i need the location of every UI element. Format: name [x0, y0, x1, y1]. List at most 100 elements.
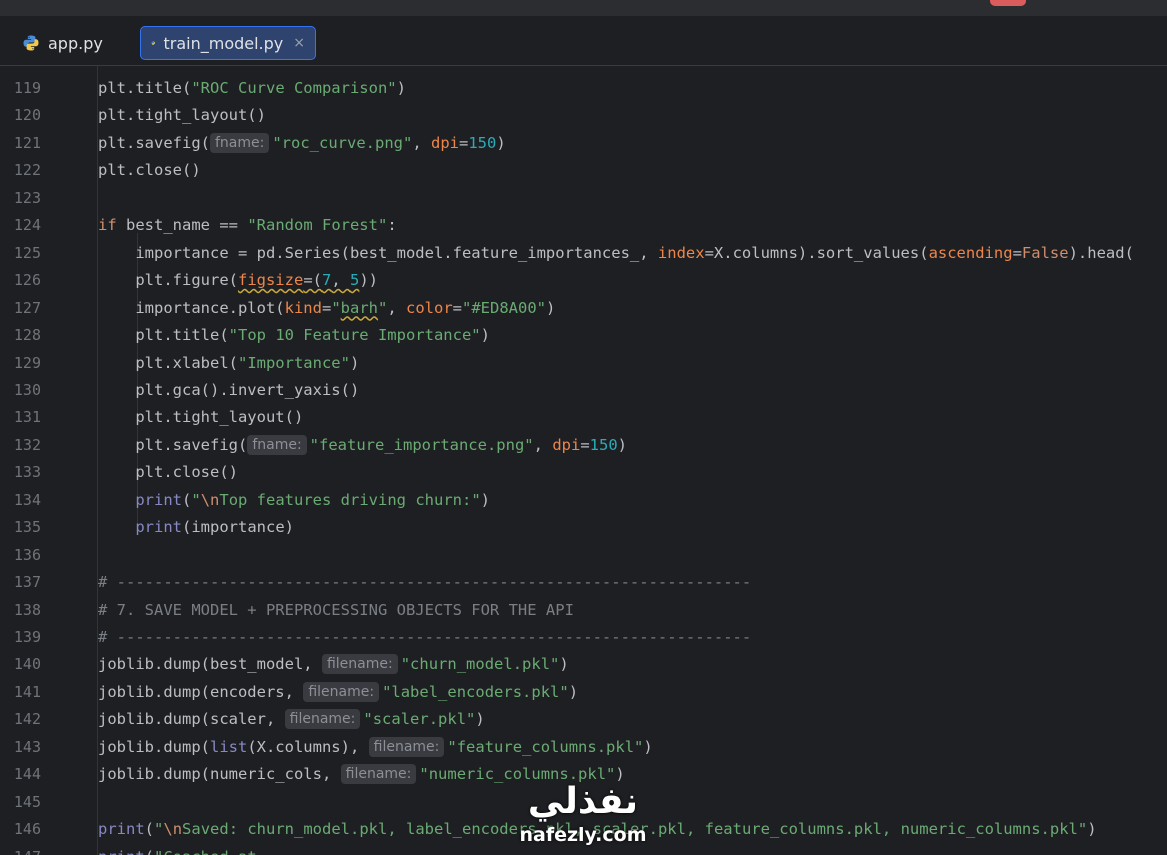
- python-icon: [151, 41, 156, 45]
- watermark-logo: نفذلي nafezly.com: [508, 780, 658, 855]
- line-number[interactable]: 119: [0, 75, 41, 102]
- code-token: ): [349, 353, 360, 372]
- code-line[interactable]: 123: [0, 185, 1167, 212]
- line-number[interactable]: 122: [0, 157, 41, 184]
- code-token: "Random Forest": [247, 216, 388, 235]
- tab-app-py[interactable]: app.py: [12, 26, 132, 60]
- code-text: print("\nTop features driving churn:"): [98, 487, 490, 514]
- line-number[interactable]: 143: [0, 734, 41, 761]
- code-line[interactable]: 127 importance.plot(kind="barh", color="…: [0, 295, 1167, 322]
- code-token: joblib.dump(: [98, 737, 210, 756]
- python-icon: [23, 35, 39, 51]
- code-line[interactable]: 142 joblib.dump(scaler, filename: "scaler.…: [0, 706, 1167, 733]
- code-token: (importance): [182, 518, 294, 537]
- line-number[interactable]: 125: [0, 240, 41, 267]
- code-line[interactable]: 138 # 7. SAVE MODEL + PREPROCESSING OBJEC…: [0, 597, 1167, 624]
- code-token: ): [475, 710, 485, 729]
- watermark-arabic: نفذلي: [527, 781, 639, 822]
- line-number[interactable]: 140: [0, 651, 41, 678]
- code-token: ascending: [928, 243, 1013, 262]
- code-line[interactable]: 126 plt.figure(figsize=(7, 5)): [0, 267, 1167, 294]
- close-icon[interactable]: ×: [293, 35, 305, 51]
- code-token: plt.savefig(: [98, 133, 210, 152]
- code-text: plt.tight_layout(): [98, 102, 266, 129]
- parameter-hint: fname:: [209, 132, 270, 153]
- code-line[interactable]: 135 print(importance): [0, 514, 1167, 541]
- line-number[interactable]: 133: [0, 459, 41, 486]
- line-number[interactable]: 144: [0, 761, 41, 788]
- code-token: if: [98, 216, 117, 235]
- code-token: ,: [387, 298, 406, 317]
- code-text: plt.tight_layout(): [98, 404, 303, 431]
- line-number[interactable]: 127: [0, 295, 41, 322]
- line-number[interactable]: 145: [0, 789, 41, 816]
- line-number[interactable]: 141: [0, 679, 41, 706]
- line-number[interactable]: 146: [0, 816, 41, 843]
- line-number[interactable]: 128: [0, 322, 41, 349]
- code-token: plt.xlabel(: [98, 353, 238, 372]
- line-number[interactable]: 124: [0, 212, 41, 239]
- code-line[interactable]: 141 joblib.dump(encoders, filename: "label…: [0, 679, 1167, 706]
- code-token: list: [209, 737, 248, 756]
- code-token: plt.tight_layout(): [98, 408, 304, 427]
- line-number[interactable]: 126: [0, 267, 41, 294]
- line-number[interactable]: 139: [0, 624, 41, 651]
- code-token: plt.title(: [98, 326, 229, 345]
- code-token: figsize: [237, 271, 304, 290]
- line-number[interactable]: 121: [0, 130, 41, 157]
- code-text: plt.close(): [98, 459, 238, 486]
- code-text: # --------------------------------------…: [98, 624, 751, 651]
- line-number[interactable]: 134: [0, 487, 41, 514]
- code-line[interactable]: 140 joblib.dump(best_model, filename: "chu…: [0, 651, 1167, 678]
- code-line[interactable]: 120 plt.tight_layout(): [0, 102, 1167, 129]
- code-line[interactable]: 131 plt.tight_layout(): [0, 404, 1167, 431]
- code-text: joblib.dump(encoders, filename: "label_en…: [98, 679, 578, 706]
- line-number[interactable]: 132: [0, 432, 41, 459]
- code-token: joblib.dump(best_model,: [98, 655, 322, 674]
- code-line[interactable]: 133 plt.close(): [0, 459, 1167, 486]
- code-token: print: [98, 848, 145, 855]
- line-number[interactable]: 136: [0, 542, 41, 569]
- tab-train-model-py[interactable]: train_model.py ×: [140, 26, 316, 60]
- code-token: "feature_importance.png": [309, 435, 534, 454]
- code-token: 5: [350, 271, 360, 290]
- code-token: ): [559, 655, 569, 674]
- line-number[interactable]: 135: [0, 514, 41, 541]
- code-token: # --------------------------------------…: [98, 573, 752, 592]
- code-line[interactable]: 125 importance = pd.Series(best_model.fe…: [0, 240, 1167, 267]
- line-number[interactable]: 123: [0, 185, 41, 212]
- code-line[interactable]: 137 # -----------------------------------…: [0, 569, 1167, 596]
- code-editor[interactable]: 119 plt.title("ROC Curve Comparison") 120 p…: [0, 66, 1167, 855]
- code-line[interactable]: 121 plt.savefig(fname: "roc_curve.png", dp…: [0, 130, 1167, 157]
- line-number[interactable]: 137: [0, 569, 41, 596]
- code-token: \n: [200, 490, 220, 509]
- code-line[interactable]: 129 plt.xlabel("Importance"): [0, 350, 1167, 377]
- line-number[interactable]: 120: [0, 102, 41, 129]
- code-line[interactable]: 128 plt.title("Top 10 Feature Importance…: [0, 322, 1167, 349]
- code-token: =X.columns).sort_values(: [704, 243, 929, 262]
- code-line[interactable]: 132 plt.savefig(fname: "feature_importanc…: [0, 432, 1167, 459]
- code-line[interactable]: 124 if best_name == "Random Forest":: [0, 212, 1167, 239]
- code-line[interactable]: 136: [0, 542, 1167, 569]
- code-token: "scaler.pkl": [363, 710, 476, 729]
- watermark-latin: nafezly.com: [519, 824, 647, 846]
- window-control-button[interactable]: [990, 0, 1026, 6]
- parameter-hint: filename:: [368, 736, 445, 757]
- line-number[interactable]: 130: [0, 377, 41, 404]
- line-number[interactable]: 147: [0, 844, 41, 855]
- line-number[interactable]: 131: [0, 404, 41, 431]
- code-token: =: [459, 133, 469, 152]
- parameter-hint: fname:: [247, 434, 307, 455]
- code-line[interactable]: 139 # -----------------------------------…: [0, 624, 1167, 651]
- line-number[interactable]: 138: [0, 597, 41, 624]
- code-line[interactable]: 130 plt.gca().invert_yaxis(): [0, 377, 1167, 404]
- line-number[interactable]: 142: [0, 706, 41, 733]
- line-number[interactable]: 129: [0, 350, 41, 377]
- code-line[interactable]: 122 plt.close(): [0, 157, 1167, 184]
- code-line[interactable]: 119 plt.title("ROC Curve Comparison"): [0, 75, 1167, 102]
- parameter-hint: filename:: [303, 681, 380, 702]
- code-line[interactable]: 134 print("\nTop features driving churn:…: [0, 487, 1167, 514]
- code-token: print: [98, 820, 145, 839]
- code-token: ).head(: [1068, 243, 1134, 262]
- code-line[interactable]: 143 joblib.dump(list(X.columns), filename…: [0, 734, 1167, 761]
